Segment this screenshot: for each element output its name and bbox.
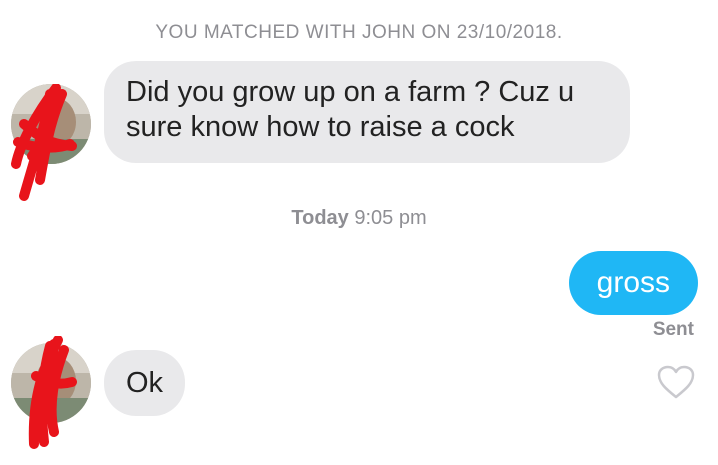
match-banner: YOU MATCHED WITH JOHN ON 23/10/2018. [155,22,563,43]
heart-outline-icon[interactable] [656,364,696,400]
timestamp: Today 9:05 pm [0,207,718,230]
incoming-message[interactable]: Did you grow up on a farm ? Cuz u sure k… [104,61,630,163]
redaction-scribble [28,336,77,449]
timestamp-time: 9:05 pm [354,207,427,229]
redaction-scribble [11,84,77,201]
timestamp-day: Today [291,207,349,229]
outgoing-message[interactable]: gross [568,251,698,315]
incoming-message[interactable]: Ok [104,350,186,416]
sent-status: Sent [652,319,694,340]
